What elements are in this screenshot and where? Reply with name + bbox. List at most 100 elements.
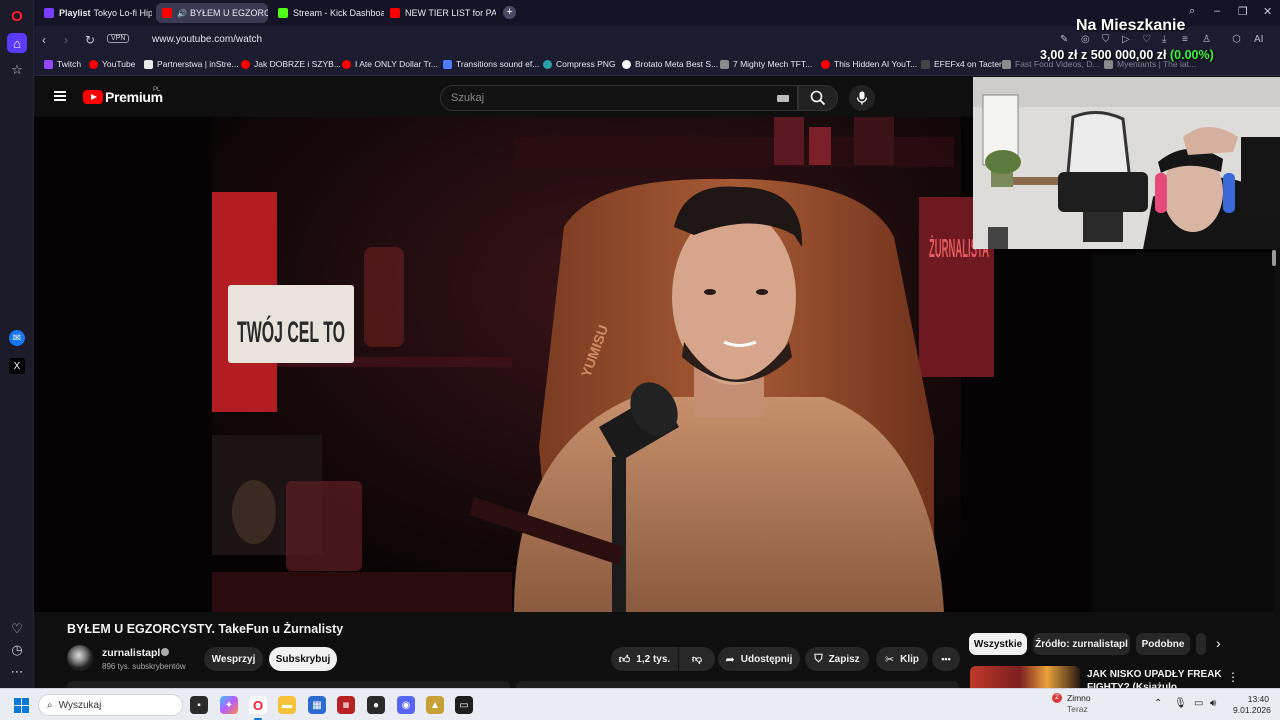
thumbs-down-icon: 👎︎ (691, 654, 703, 665)
messenger-icon[interactable]: ✉ (9, 330, 25, 346)
search-tabs-icon[interactable]: ⌕ (1189, 5, 1195, 18)
star-icon[interactable]: ☆ (7, 60, 27, 80)
taskbar-clock[interactable]: 13:40 9.01.2026 (1233, 694, 1271, 716)
snapshot-icon[interactable]: ✎ (1060, 34, 1068, 45)
task-view-icon[interactable]: ▪ (190, 696, 208, 714)
subscribe-button[interactable]: Subskrybuj (269, 647, 337, 671)
speaker-icon: 🔊 (177, 8, 187, 18)
channel-avatar[interactable] (67, 645, 93, 671)
tab-tier-list[interactable]: NEW TIER LIST for PATCH (384, 3, 496, 23)
webcam-overlay (973, 77, 1280, 249)
home-icon[interactable]: ⌂ (7, 33, 27, 53)
microphone-tray-icon[interactable]: 🎙︎ (1174, 698, 1187, 709)
minimize-icon[interactable]: – (1214, 5, 1220, 17)
more-icon[interactable]: ⋯ (7, 662, 27, 682)
bookmark-transitions[interactable]: Transitions sound ef... (443, 59, 539, 69)
page-scrollbar[interactable] (1272, 250, 1276, 266)
file-explorer-icon[interactable]: ▬ (278, 696, 296, 714)
ai-icon[interactable]: AI (1254, 34, 1263, 45)
maximize-icon[interactable]: ❐ (1238, 5, 1248, 18)
windows-start-icon[interactable] (14, 698, 29, 713)
back-icon[interactable]: ‹ (42, 33, 46, 47)
tray-chevron-icon[interactable]: ⌃ (1154, 698, 1162, 709)
obs-icon[interactable]: ● (367, 696, 385, 714)
clip-button[interactable]: ✂ Klip (876, 647, 928, 671)
tab-lofi-playlist[interactable]: PlaylistTokyo Lo-fi Hiphop (38, 3, 152, 23)
close-window-icon[interactable]: ✕ (1263, 5, 1272, 18)
display-tray-icon[interactable]: ▭ (1194, 698, 1203, 709)
forward-icon[interactable]: › (64, 33, 68, 47)
heart-icon[interactable]: ♡ (7, 619, 27, 639)
share-button[interactable]: ➦ Udostępnij (718, 647, 800, 671)
download-icon[interactable]: ⤓ (1162, 34, 1166, 45)
more-actions-button[interactable]: ••• (932, 647, 960, 671)
terminal-icon[interactable]: ▭ (455, 696, 473, 714)
bookmark-compress-png[interactable]: Compress PNG (543, 59, 616, 69)
bookmark-tacter[interactable]: EFEFx4 on Tacter (921, 59, 1002, 69)
x-twitter-icon[interactable]: X (9, 358, 25, 374)
recommended-video-title[interactable]: JAK NISKO UPADŁY FREAK FIGHTY? (Książulo… (1087, 668, 1227, 688)
menu-icon[interactable]: ≡ (1182, 34, 1188, 45)
copilot-icon[interactable]: ✦ (220, 696, 238, 714)
twitch-icon (44, 59, 53, 69)
save-button[interactable]: ⛉ Zapisz (805, 647, 869, 671)
opera-logo-icon[interactable]: O (7, 6, 27, 26)
document-icon (144, 59, 153, 69)
bookmark-partnerstwa[interactable]: Partnerstwa | inStre... (144, 59, 239, 69)
weather-widget[interactable]: Zimno Teraz (1067, 693, 1091, 715)
tab-kick-dashboard[interactable]: Stream - Kick Dashboard (272, 3, 384, 23)
kebab-menu-icon[interactable]: ⋮ (1227, 670, 1239, 684)
volume-tray-icon[interactable]: 🔊︎ (1210, 698, 1216, 709)
recommended-thumbnail[interactable] (970, 666, 1080, 688)
youtube-header: Premium PL (34, 77, 973, 117)
store-icon[interactable]: ▦ (308, 696, 326, 714)
twoj-cel-to-sign: TWÓJ CEL TO (237, 315, 345, 349)
bookmark-jak-dobrze[interactable]: Jak DOBRZE i SZYB... (241, 59, 341, 69)
game-app-icon[interactable]: ▦ (337, 696, 355, 714)
weather-badge: 2 (1052, 693, 1062, 703)
chevron-right-icon[interactable]: › (1216, 635, 1221, 651)
bookmark-brotato[interactable]: Brotato Meta Best S... (622, 59, 718, 69)
share-icon: ➦ (725, 653, 735, 666)
chip-related[interactable]: Podobne (1136, 633, 1190, 655)
keyboard-icon[interactable] (777, 95, 789, 102)
bookmark-mech-tft[interactable]: 7 Mighty Mech TFT... (720, 59, 812, 69)
hamburger-menu-icon[interactable] (54, 91, 66, 101)
camera-icon[interactable]: ◎ (1081, 34, 1090, 45)
shield-icon[interactable]: ⛉ (1102, 34, 1110, 45)
search-button[interactable] (798, 85, 838, 111)
subscriber-count: 896 tys. subskrybentów (102, 662, 186, 671)
channel-name[interactable]: zurnalistapl (102, 647, 160, 659)
heart-icon[interactable]: ♡ (1142, 34, 1151, 45)
bookmark-youtube[interactable]: YouTube (89, 59, 135, 69)
browser-sidebar: O ⌂ ☆ ✉ X ♡ ◷ ⋯ (0, 0, 34, 688)
search-icon (810, 90, 826, 106)
chip-all[interactable]: Wszystkie (969, 633, 1027, 655)
opera-taskbar-icon[interactable]: O (249, 696, 267, 714)
discord-icon[interactable]: ◉ (397, 696, 415, 714)
chip-overflow[interactable] (1196, 633, 1206, 655)
bookmark-icon: ⛉ (814, 652, 823, 665)
vpn-badge[interactable]: VPN (107, 34, 130, 43)
url-field[interactable]: www.youtube.com/watch (152, 34, 262, 45)
profile-icon[interactable]: ♙ (1202, 34, 1211, 45)
new-tab-button[interactable]: + (503, 6, 516, 19)
history-icon[interactable]: ◷ (7, 640, 27, 660)
bookmark-hidden-ai[interactable]: This Hidden AI YouT... (821, 59, 917, 69)
bookmark-twitch[interactable]: Twitch (44, 59, 81, 69)
dislike-button[interactable]: 👎︎ (679, 647, 715, 671)
youtube-logo-icon[interactable] (83, 90, 103, 104)
bookmark-dollar-tree[interactable]: I Ate ONLY Dollar Tr... (342, 59, 438, 69)
tab-egzorcysta-video[interactable]: 🔊 BYŁEM U EGZORCYSTY (156, 3, 268, 23)
taskbar-search[interactable]: ⌕ Wyszukaj (38, 694, 183, 716)
link-icon (1002, 59, 1011, 69)
support-button[interactable]: Wesprzyj (204, 647, 263, 671)
chip-from-channel[interactable]: Źródło: zurnalistapl (1033, 633, 1130, 655)
league-client-icon[interactable]: ▲ (426, 696, 444, 714)
voice-search-button[interactable] (849, 85, 875, 111)
like-button[interactable]: 👍︎ 1,2 tys. (611, 647, 678, 671)
reload-icon[interactable]: ↻ (85, 33, 95, 47)
search-input[interactable] (441, 86, 761, 110)
extensions-icon[interactable]: ⬡ (1232, 34, 1241, 45)
play-icon[interactable]: ▷ (1122, 34, 1130, 45)
